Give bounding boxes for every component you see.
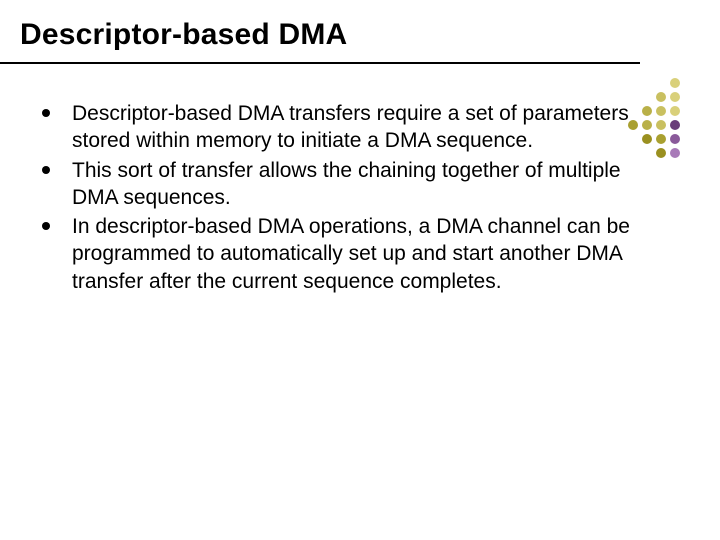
decor-dot-icon bbox=[670, 106, 680, 116]
bullet-item: Descriptor-based DMA transfers require a… bbox=[42, 100, 642, 155]
bullet-text: Descriptor-based DMA transfers require a… bbox=[72, 100, 642, 155]
decor-dot-icon bbox=[670, 78, 680, 88]
decor-dot-icon bbox=[670, 92, 680, 102]
bullet-text: In descriptor-based DMA operations, a DM… bbox=[72, 213, 642, 295]
bullet-item: In descriptor-based DMA operations, a DM… bbox=[42, 213, 642, 295]
decor-dot-icon bbox=[656, 120, 666, 130]
slide-title: Descriptor-based DMA bbox=[20, 18, 347, 52]
bullet-dot-icon bbox=[42, 166, 50, 174]
decor-dot-icon bbox=[656, 134, 666, 144]
bullet-text: This sort of transfer allows the chainin… bbox=[72, 157, 642, 212]
decor-dot-icon bbox=[670, 120, 680, 130]
decor-dot-icon bbox=[642, 134, 652, 144]
decor-dot-icon bbox=[670, 134, 680, 144]
slide: Descriptor-based DMA Descriptor-based DM… bbox=[0, 0, 720, 540]
bullet-list: Descriptor-based DMA transfers require a… bbox=[42, 100, 642, 297]
decor-dot-icon bbox=[656, 106, 666, 116]
decor-dot-icon bbox=[642, 120, 652, 130]
decor-dot-icon bbox=[642, 106, 652, 116]
decor-dot-icon bbox=[656, 92, 666, 102]
title-underline bbox=[0, 62, 640, 64]
bullet-dot-icon bbox=[42, 109, 50, 117]
decor-dot-icon bbox=[656, 148, 666, 158]
bullet-dot-icon bbox=[42, 222, 50, 230]
bullet-item: This sort of transfer allows the chainin… bbox=[42, 157, 642, 212]
decor-dot-icon bbox=[670, 148, 680, 158]
